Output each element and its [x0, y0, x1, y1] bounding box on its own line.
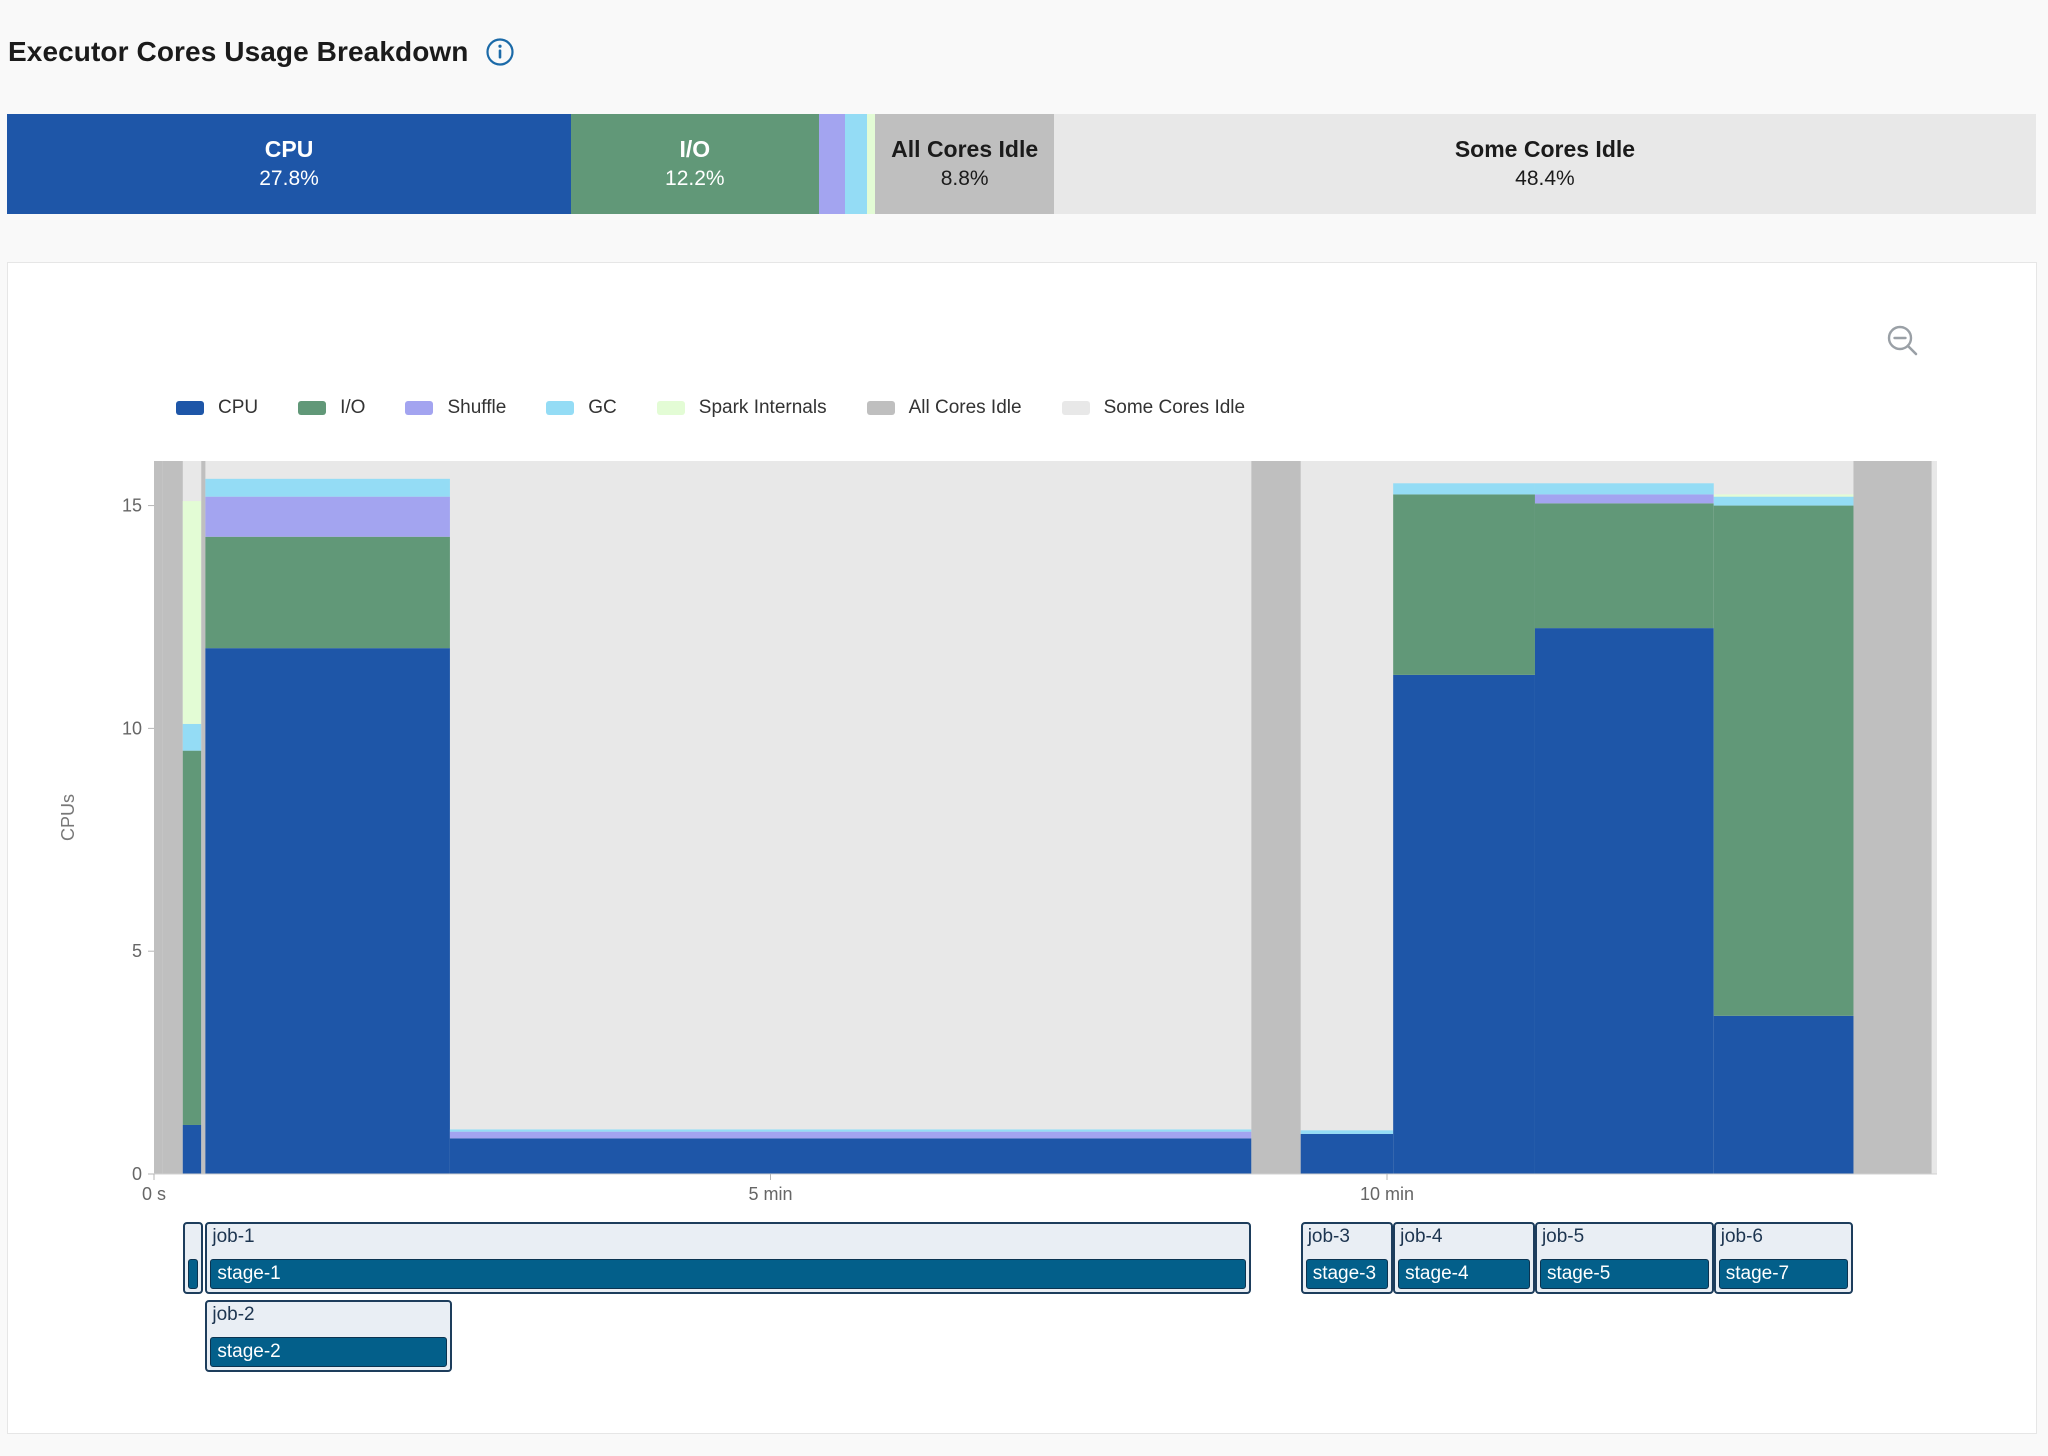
all-cores-idle-band [162, 461, 183, 1174]
x-tick-label: 5 min [748, 1184, 792, 1204]
shuffle-area-segment [1534, 494, 1714, 504]
y-axis-title: CPUs [58, 794, 78, 841]
job-label: job-3 [1307, 1226, 1350, 1247]
job-label: job-4 [1400, 1226, 1443, 1247]
gc-area-segment [1300, 1130, 1394, 1134]
gc-area-segment [182, 723, 202, 751]
gc-area-segment [1713, 496, 1854, 506]
all-cores-idle-band [201, 461, 206, 1174]
stage-bar[interactable]: stage-4 [1398, 1259, 1530, 1289]
job-box[interactable] [182, 1222, 204, 1294]
cpu-area-segment [1393, 674, 1535, 1174]
io-area-segment [1534, 503, 1714, 629]
stage-bar[interactable]: stage-3 [1305, 1259, 1389, 1289]
job-label: job-2 [212, 1304, 255, 1325]
stage-bar[interactable]: stage-1 [210, 1259, 1247, 1289]
shuffle-area-segment [205, 496, 450, 537]
y-tick-label: 10 [122, 718, 142, 738]
job-box[interactable]: job-6 stage-7 [1713, 1222, 1854, 1294]
cpu-area-segment [205, 648, 450, 1174]
gc-area-segment [205, 478, 450, 497]
job-box[interactable]: job-1 stage-1 [205, 1222, 1252, 1294]
stage-bar[interactable]: stage-5 [1539, 1259, 1709, 1289]
internals-area-segment [1713, 494, 1854, 497]
io-area-segment [1713, 505, 1854, 1016]
job-box[interactable]: job-2 stage-2 [205, 1300, 452, 1372]
shuffle-area-segment [449, 1131, 1252, 1139]
y-tick-label: 5 [132, 941, 142, 961]
job-label: job-1 [212, 1226, 255, 1247]
job-box[interactable]: job-4 stage-4 [1393, 1222, 1535, 1294]
stage-bar[interactable]: stage-7 [1718, 1259, 1849, 1289]
all-cores-idle-band [1251, 461, 1301, 1174]
job-label: job-6 [1720, 1226, 1763, 1247]
gc-area-segment [1534, 483, 1714, 495]
x-tick-label: 10 min [1360, 1184, 1414, 1204]
stage-bar[interactable] [187, 1259, 199, 1289]
job-box[interactable]: job-5 stage-5 [1534, 1222, 1714, 1294]
gc-area-segment [449, 1129, 1252, 1132]
y-tick-label: 0 [132, 1164, 142, 1184]
gc-area-segment [1393, 483, 1535, 495]
cpu-area-segment [1713, 1015, 1854, 1174]
x-tick-label: 0 s [142, 1184, 166, 1204]
io-area-segment [205, 536, 450, 649]
io-area-segment [1393, 494, 1535, 675]
cpu-area-segment [449, 1138, 1252, 1174]
all-cores-idle-band [1853, 461, 1932, 1174]
cpu-area-segment [1300, 1133, 1394, 1174]
internals-area-segment [182, 501, 202, 724]
cpu-area-segment [1534, 628, 1714, 1174]
cpu-area-segment [182, 1124, 202, 1174]
job-label: job-5 [1541, 1226, 1585, 1247]
all-cores-idle-band [154, 461, 163, 1174]
io-area-segment [182, 750, 202, 1125]
job-box[interactable]: job-3 stage-3 [1300, 1222, 1394, 1294]
y-tick-label: 15 [122, 496, 142, 516]
stage-bar[interactable]: stage-2 [210, 1337, 447, 1367]
